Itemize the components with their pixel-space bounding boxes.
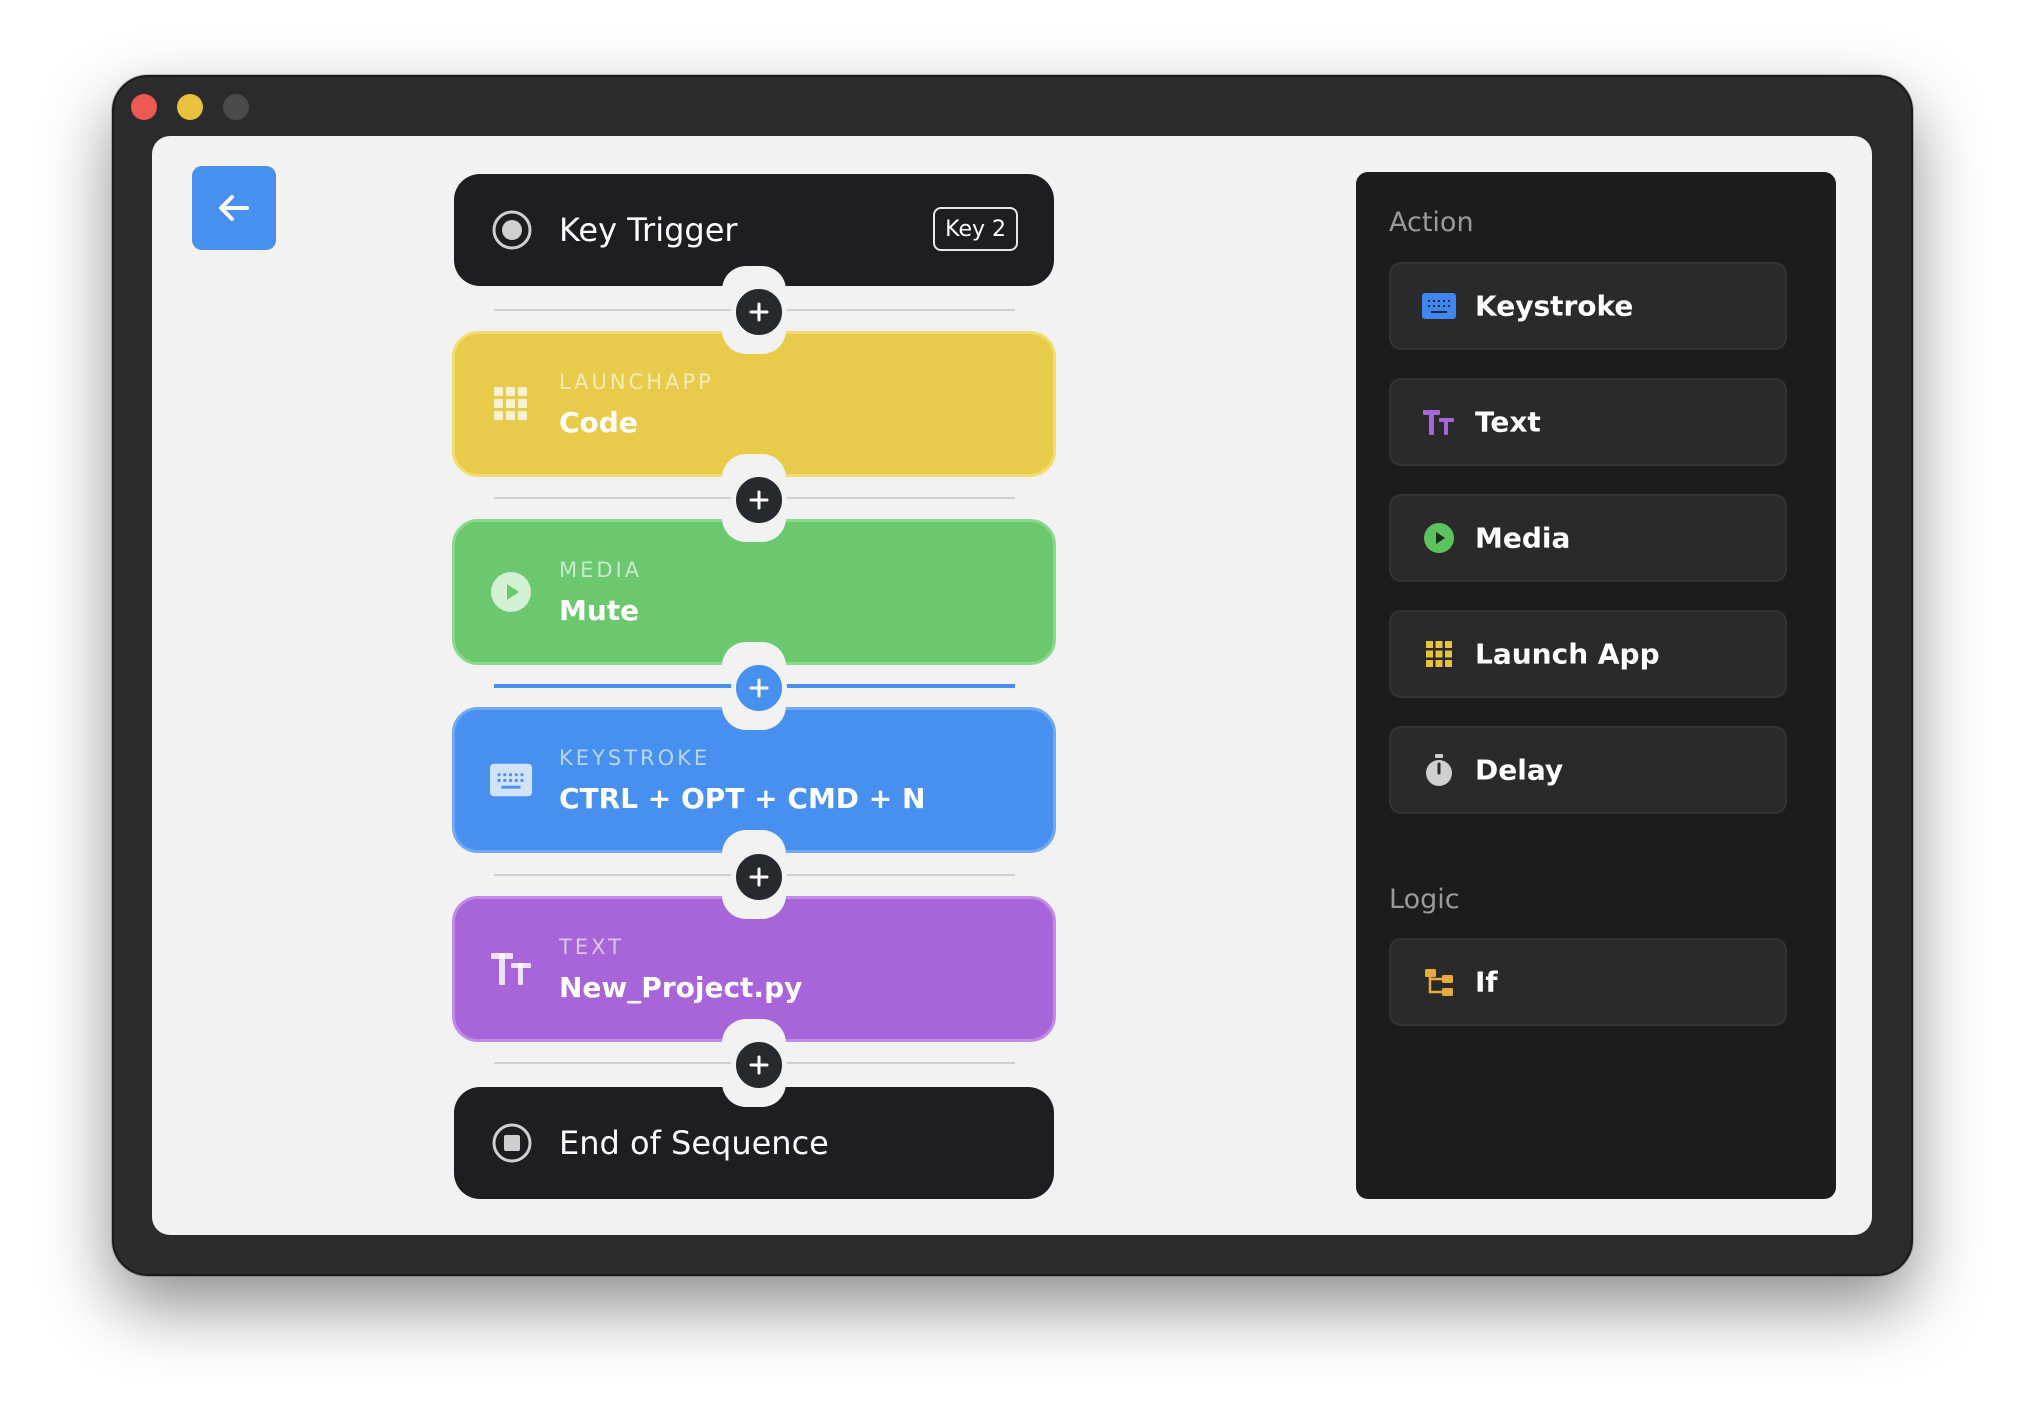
maximize-window-button[interactable] [223, 94, 249, 120]
keyboard-icon [1421, 288, 1457, 324]
stop-icon [490, 1121, 534, 1165]
end-card[interactable]: End of Sequence [454, 1083, 1054, 1199]
app-grid-icon [1421, 636, 1457, 672]
arrow-left-icon [219, 195, 249, 221]
add-step-button[interactable] [731, 1037, 787, 1093]
keyboard-icon [489, 758, 533, 802]
play-icon [489, 570, 533, 614]
record-icon [490, 208, 534, 252]
step-value: New_Project.py [559, 971, 803, 1004]
plus-icon [749, 678, 769, 698]
add-step-button[interactable] [731, 284, 787, 340]
action-label: Media [1475, 521, 1571, 555]
plus-icon [749, 490, 769, 510]
action-label: Text [1475, 405, 1541, 439]
plus-icon [749, 1055, 769, 1075]
step-value: CTRL + OPT + CMD + N [559, 782, 926, 815]
section-label-action: Action [1389, 207, 1474, 238]
plus-icon [749, 302, 769, 322]
step-kind-label: LAUNCHAPP [559, 370, 714, 394]
trigger-title: Key Trigger [559, 211, 738, 249]
step-kind-label: TEXT [559, 935, 624, 959]
action-launch-app-button[interactable]: Launch App [1389, 610, 1787, 698]
step-value: Mute [559, 594, 640, 627]
step-value: Code [559, 406, 638, 439]
play-icon [1421, 520, 1457, 556]
action-text-button[interactable]: Text [1389, 378, 1787, 466]
end-title: End of Sequence [559, 1124, 829, 1162]
action-label: Keystroke [1475, 289, 1634, 323]
back-button[interactable] [192, 166, 276, 250]
section-label-logic: Logic [1389, 884, 1460, 915]
branch-icon [1421, 964, 1457, 1000]
action-label: Launch App [1475, 637, 1660, 671]
step-kind-label: MEDIA [559, 558, 643, 582]
minimize-window-button[interactable] [177, 94, 203, 120]
step-kind-label: KEYSTROKE [559, 746, 711, 770]
action-keystroke-button[interactable]: Keystroke [1389, 262, 1787, 350]
add-step-button[interactable] [731, 472, 787, 528]
step-card-text[interactable]: TEXT New_Project.py [452, 895, 1056, 1043]
key-badge[interactable]: Key 2 [933, 207, 1018, 251]
step-card-media[interactable]: MEDIA Mute [452, 518, 1056, 666]
step-card-launchapp[interactable]: LAUNCHAPP Code [452, 330, 1056, 478]
app-grid-icon [489, 382, 533, 426]
action-delay-button[interactable]: Delay [1389, 726, 1787, 814]
logic-if-button[interactable]: If [1389, 938, 1787, 1026]
action-label: If [1475, 965, 1498, 999]
action-label: Delay [1475, 753, 1564, 787]
stopwatch-icon [1421, 752, 1457, 788]
add-step-button-active[interactable] [731, 660, 787, 716]
text-size-icon [1421, 404, 1457, 440]
text-size-icon [489, 947, 533, 991]
add-step-button[interactable] [731, 849, 787, 905]
close-window-button[interactable] [131, 94, 157, 120]
action-media-button[interactable]: Media [1389, 494, 1787, 582]
step-card-keystroke[interactable]: KEYSTROKE CTRL + OPT + CMD + N [452, 706, 1056, 854]
trigger-card[interactable]: Key Trigger Key 2 [454, 174, 1054, 290]
plus-icon [749, 867, 769, 887]
